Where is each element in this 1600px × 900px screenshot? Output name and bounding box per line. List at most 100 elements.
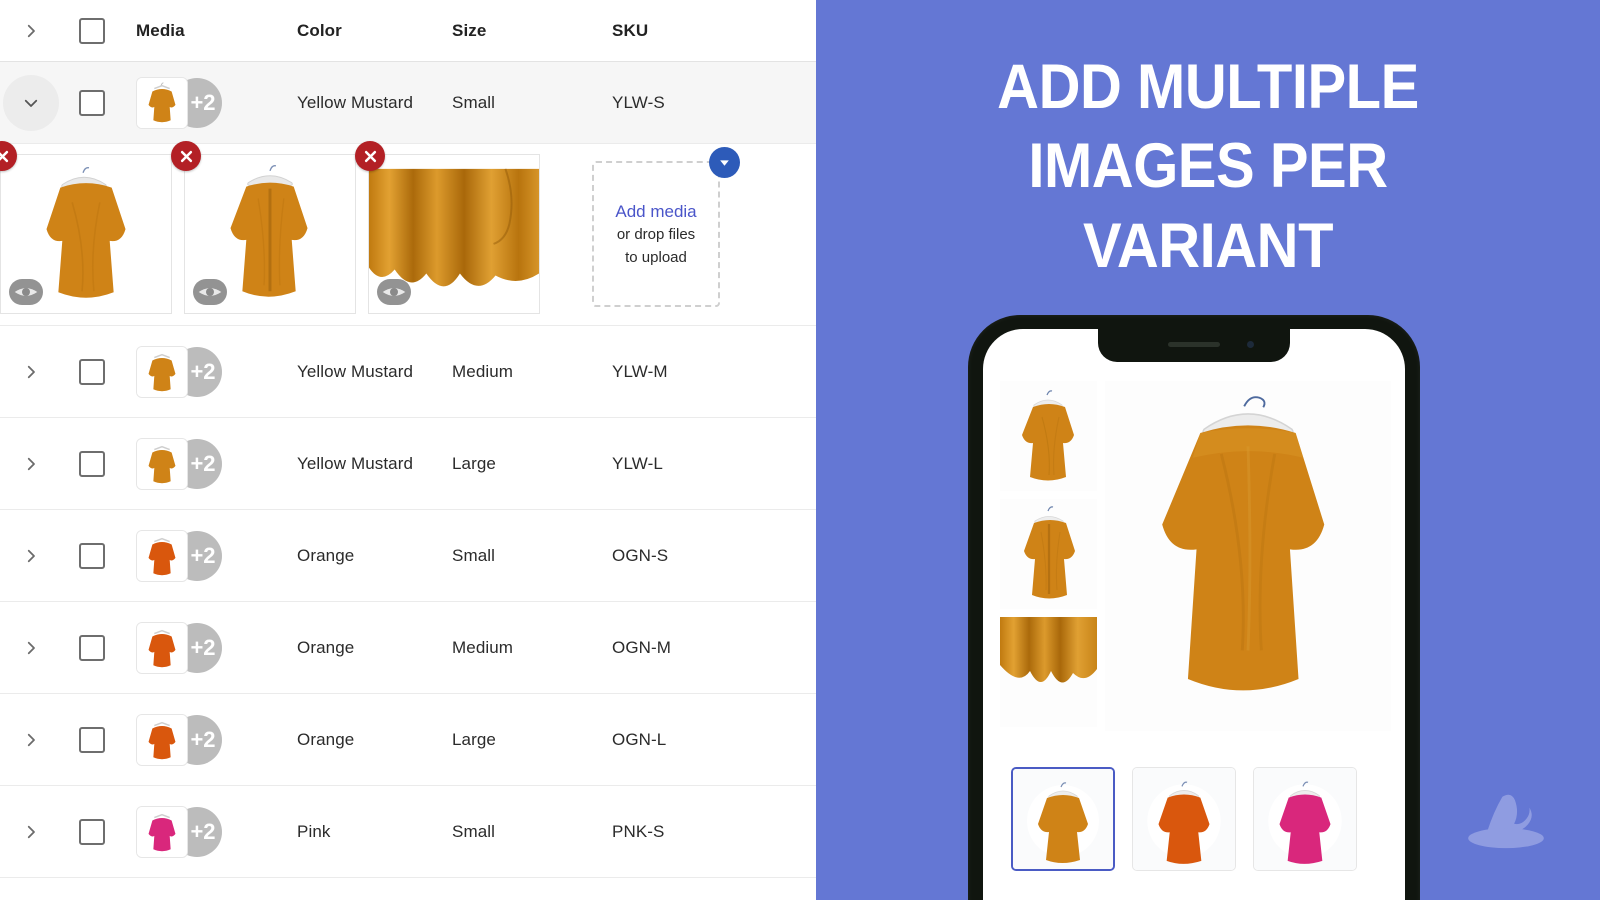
row-checkbox[interactable]	[79, 726, 105, 753]
thumbnail-group[interactable]: +2	[136, 621, 222, 674]
gallery-thumbnail[interactable]	[1000, 499, 1097, 609]
row-size-value: Medium	[452, 361, 514, 381]
row-media-cell[interactable]: +2	[122, 437, 297, 490]
row-thumbnail[interactable]	[136, 76, 188, 129]
row-media-cell[interactable]: +2	[122, 529, 297, 582]
row-checkbox[interactable]	[79, 358, 105, 385]
collapse-toggle-circle	[3, 74, 59, 131]
chevron-right-icon	[27, 641, 35, 654]
row-sku-value: PNK-S	[612, 821, 665, 841]
row-select-cell[interactable]	[62, 634, 122, 661]
media-item[interactable]	[0, 141, 172, 314]
gallery-thumbnail[interactable]	[1000, 617, 1097, 727]
row-sku-value: OGN-M	[612, 637, 672, 657]
table-row[interactable]: +2 Orange Large OGN-L	[0, 694, 816, 786]
row-select-cell[interactable]	[62, 726, 122, 753]
row-expand-toggle[interactable]	[0, 455, 62, 473]
row-collapse-toggle[interactable]	[0, 74, 62, 131]
chevron-right-icon	[27, 549, 35, 562]
row-color-value: Yellow Mustard	[297, 361, 414, 381]
table-row[interactable]: +2 Yellow Mustard Small YLW-S	[0, 62, 816, 144]
row-checkbox[interactable]	[79, 450, 105, 477]
table-row[interactable]: +2 Orange Small OGN-S	[0, 510, 816, 602]
add-media-dropzone[interactable]: Add media or drop files to upload	[592, 147, 740, 307]
row-color-value: Orange	[297, 545, 355, 565]
row-checkbox[interactable]	[79, 634, 105, 661]
thumbnail-group[interactable]: +2	[136, 76, 222, 129]
thumbnail-group[interactable]: +2	[136, 805, 222, 858]
row-expand-toggle[interactable]	[0, 823, 62, 841]
row-size-value: Medium	[452, 637, 514, 657]
row-expand-toggle[interactable]	[0, 639, 62, 657]
table-row[interactable]: +2 Orange Medium OGN-M	[0, 602, 816, 694]
header-expand-cell[interactable]	[0, 22, 62, 40]
row-select-cell[interactable]	[62, 818, 122, 845]
garment-thumb-icon	[137, 77, 187, 128]
remove-media-button[interactable]	[171, 141, 201, 171]
row-media-cell[interactable]: +2	[122, 805, 297, 858]
row-thumbnail[interactable]	[136, 713, 188, 766]
chevron-right-icon	[27, 733, 35, 746]
promo-headline: ADD MULTIPLE IMAGES PER VARIANT	[997, 52, 1419, 281]
row-select-cell[interactable]	[62, 358, 122, 385]
brand-watermark	[1452, 786, 1560, 858]
row-thumbnail[interactable]	[136, 529, 188, 582]
row-sku-value: YLW-L	[612, 453, 663, 473]
table-row[interactable]: +2 Pink Small PNK-S	[0, 786, 816, 878]
row-select-cell[interactable]	[62, 450, 122, 477]
row-thumbnail[interactable]	[136, 805, 188, 858]
poncho-front-thumb-image	[1000, 381, 1097, 491]
row-color-value: Pink	[297, 821, 331, 841]
row-select-cell[interactable]	[62, 542, 122, 569]
row-checkbox[interactable]	[79, 542, 105, 569]
thumbnail-group[interactable]: +2	[136, 713, 222, 766]
row-media-cell[interactable]: +2	[122, 621, 297, 674]
swatch-yellow-mustard-image	[1013, 769, 1113, 869]
row-size-value: Small	[452, 821, 496, 841]
close-icon	[0, 150, 8, 162]
row-thumbnail[interactable]	[136, 437, 188, 490]
row-thumbnail[interactable]	[136, 621, 188, 674]
variant-swatch[interactable]	[1253, 767, 1357, 871]
chevron-down-icon	[24, 99, 38, 107]
table-row[interactable]: +2 Yellow Mustard Medium YLW-M	[0, 326, 816, 418]
thumbnail-group[interactable]: +2	[136, 437, 222, 490]
preview-media-button[interactable]	[193, 279, 227, 305]
preview-media-button[interactable]	[377, 279, 411, 305]
garment-thumb-icon	[137, 714, 187, 765]
gallery-main-image[interactable]	[1105, 381, 1391, 731]
eye-icon	[382, 288, 406, 296]
chevron-right-icon	[27, 825, 35, 838]
row-expand-toggle[interactable]	[0, 547, 62, 565]
remove-media-button[interactable]	[355, 141, 385, 171]
row-sku-value: OGN-L	[612, 729, 667, 749]
variant-swatch[interactable]	[1132, 767, 1236, 871]
media-item[interactable]	[171, 141, 356, 314]
row-select-cell[interactable]	[62, 89, 122, 116]
thumbnail-group[interactable]: +2	[136, 529, 222, 582]
select-all-checkbox[interactable]	[79, 17, 105, 44]
row-size-value: Small	[452, 545, 496, 565]
row-checkbox[interactable]	[79, 89, 105, 116]
add-media-dropdown-button[interactable]	[709, 147, 740, 178]
poncho-open-thumb-image	[1000, 499, 1097, 609]
preview-media-button[interactable]	[9, 279, 43, 305]
row-media-cell[interactable]: +2	[122, 713, 297, 766]
row-media-cell[interactable]: +2	[122, 76, 297, 129]
header-select-all-cell[interactable]	[62, 17, 122, 44]
row-checkbox[interactable]	[79, 818, 105, 845]
row-expand-toggle[interactable]	[0, 363, 62, 381]
swatch-pink-image	[1254, 768, 1356, 870]
gallery-thumbnail[interactable]	[1000, 381, 1097, 491]
media-item[interactable]	[355, 141, 540, 314]
row-color-value: Yellow Mustard	[297, 453, 414, 473]
eye-icon	[14, 288, 38, 296]
row-media-cell[interactable]: +2	[122, 345, 297, 398]
table-row[interactable]: +2 Yellow Mustard Large YLW-L	[0, 418, 816, 510]
product-gallery	[1000, 381, 1391, 731]
thumbnail-group[interactable]: +2	[136, 345, 222, 398]
variant-swatch-selected[interactable]	[1011, 767, 1115, 871]
add-media-link[interactable]: Add media	[615, 201, 696, 222]
row-thumbnail[interactable]	[136, 345, 188, 398]
row-expand-toggle[interactable]	[0, 731, 62, 749]
